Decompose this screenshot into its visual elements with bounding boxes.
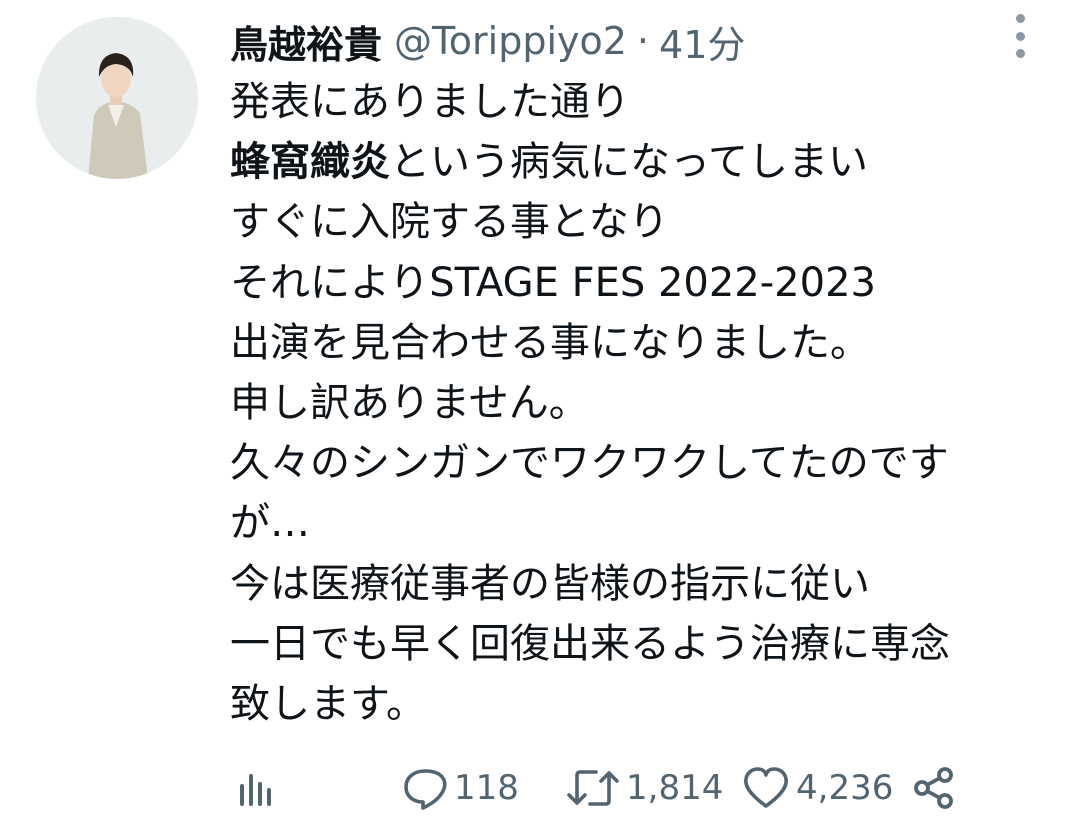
text-line: が…: [230, 500, 310, 547]
retweet-count: 1,814: [626, 768, 724, 808]
analytics-button[interactable]: [236, 760, 276, 816]
tweet-header: 鳥越裕貴 @Torippiyo2 · 41分: [230, 12, 745, 70]
text-line: 蜂窩織炎という病気になってしまい: [230, 132, 1060, 192]
text-line-rest: という病気になってしまい: [390, 139, 868, 186]
text-line: 出演を見合わせる事になりました。: [230, 319, 870, 366]
author-handle[interactable]: @Torippiyo2: [394, 19, 627, 63]
analytics-icon: [240, 774, 271, 806]
tweet-text: 発表にありました通り 蜂窩織炎という病気になってしまい すぐに入院する事となり …: [230, 72, 1060, 734]
tweet: 鳥越裕貴 @Torippiyo2 · 41分 発表にありました通り 蜂窩織炎とい…: [0, 0, 1080, 823]
text-line: 一日でも早く回復出来るよう治療に専念: [230, 620, 950, 667]
more-vertical-icon[interactable]: [1008, 14, 1032, 58]
like-button[interactable]: 4,236: [742, 760, 893, 816]
reply-count: 118: [454, 768, 519, 808]
reply-button[interactable]: 118: [402, 760, 519, 816]
avatar[interactable]: [36, 17, 198, 179]
text-line: 今は医療従事者の皆様の指示に従い: [230, 560, 870, 607]
text-line: 久々のシンガンでワクワクしてたのです: [230, 440, 949, 487]
reply-icon: [404, 769, 447, 810]
text-line: 致します。: [230, 680, 426, 727]
text-line: 申し訳ありません。: [230, 379, 589, 426]
heart-icon: [744, 767, 788, 808]
bold-phrase: 蜂窩織炎: [230, 139, 390, 186]
author-name[interactable]: 鳥越裕貴: [230, 14, 382, 69]
retweet-button[interactable]: 1,814: [566, 760, 723, 816]
timestamp[interactable]: 41分: [659, 14, 745, 69]
avatar-photo: [36, 17, 198, 179]
separator-dot: ·: [636, 19, 650, 63]
text-line: 発表にありました通り: [230, 79, 630, 125]
text-line: それによりSTAGE FES 2022-2023: [230, 259, 876, 306]
share-icon: [914, 767, 953, 809]
action-bar: 118 1,814 4,236: [236, 760, 996, 816]
text-line: すぐに入院する事となり: [230, 199, 669, 246]
like-count: 4,236: [796, 768, 894, 808]
retweet-icon: [567, 770, 619, 806]
share-button[interactable]: [912, 760, 956, 816]
